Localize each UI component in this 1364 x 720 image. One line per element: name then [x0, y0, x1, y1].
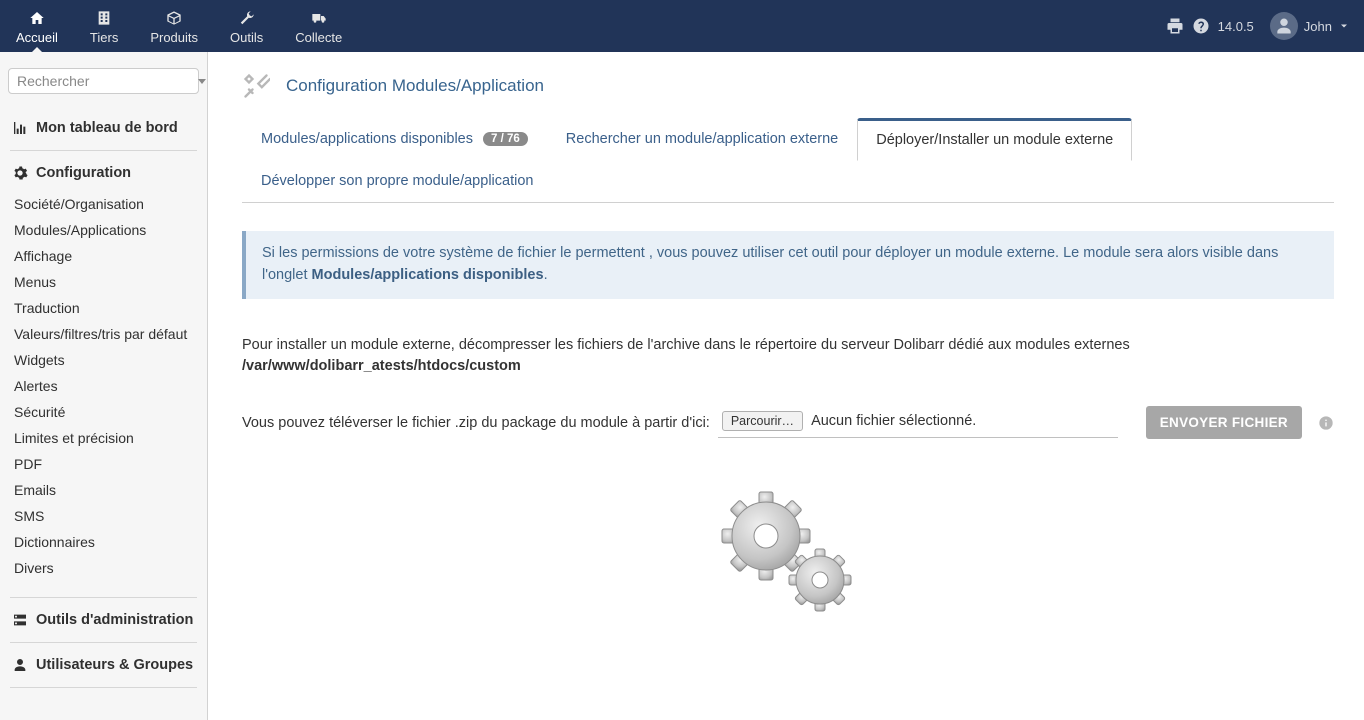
- sidebar-item-affichage[interactable]: Affichage: [8, 243, 199, 269]
- topnav-label: Produits: [150, 30, 198, 45]
- search-input[interactable]: [17, 73, 198, 89]
- upload-submit-button[interactable]: ENVOYER FICHIER: [1146, 406, 1302, 439]
- topnav-label: Collecte: [295, 30, 342, 45]
- building-icon: [96, 10, 112, 26]
- print-icon: [1166, 17, 1184, 35]
- sidebar-heading-dashboard[interactable]: Mon tableau de bord: [8, 112, 199, 144]
- topnav-item-collecte[interactable]: Collecte: [279, 0, 358, 52]
- sidebar-item-widgets[interactable]: Widgets: [8, 347, 199, 373]
- cube-icon: [166, 10, 182, 26]
- chevron-down-icon: [198, 79, 206, 84]
- topnav-item-outils[interactable]: Outils: [214, 0, 279, 52]
- print-button[interactable]: [1166, 17, 1184, 35]
- server-icon: [12, 612, 28, 628]
- tools-icon: [242, 72, 270, 100]
- chart-bar-icon: [12, 120, 28, 136]
- gear-icon: [12, 165, 28, 181]
- sidebar-item-securite[interactable]: Sécurité: [8, 399, 199, 425]
- sidebar-heading-users-groups[interactable]: Utilisateurs & Groupes: [8, 649, 199, 681]
- help-button[interactable]: [1192, 17, 1210, 35]
- tab-badge: 7 / 76: [483, 132, 528, 146]
- page-title: Configuration Modules/Application: [242, 72, 1334, 100]
- instruction-line1: Pour installer un module externe, décomp…: [242, 337, 1130, 353]
- sidebar-item-menus[interactable]: Menus: [8, 269, 199, 295]
- sidebar-item-limites[interactable]: Limites et précision: [8, 425, 199, 451]
- topnav-item-tiers[interactable]: Tiers: [74, 0, 134, 52]
- truck-icon: [311, 10, 327, 26]
- info-box: Si les permissions de votre système de f…: [242, 231, 1334, 299]
- sidebar-item-societe[interactable]: Société/Organisation: [8, 191, 199, 217]
- tab-label: Modules/applications disponibles: [261, 131, 473, 147]
- info-text-after: .: [544, 267, 548, 283]
- topnav-right: 14.0.5 John: [1166, 0, 1364, 52]
- tabs-row: Modules/applications disponibles 7 / 76 …: [242, 118, 1334, 160]
- main-area: Mon tableau de bord Configuration Sociét…: [0, 52, 1364, 720]
- upload-row: Vous pouvez téléverser le fichier .zip d…: [242, 406, 1334, 439]
- sidebar-item-emails[interactable]: Emails: [8, 477, 199, 503]
- topnav-item-accueil[interactable]: Accueil: [0, 0, 74, 52]
- topnav-label: Outils: [230, 30, 263, 45]
- file-picker[interactable]: Parcourir… Aucun fichier sélectionné.: [718, 407, 1118, 438]
- topnav-label: Tiers: [90, 30, 118, 45]
- wrench-icon: [239, 10, 255, 26]
- sidebar-heading-label: Mon tableau de bord: [36, 120, 178, 136]
- sidebar-heading-label: Utilisateurs & Groupes: [36, 657, 193, 673]
- tab-rechercher-externe[interactable]: Rechercher un module/application externe: [547, 118, 857, 160]
- sidebar-item-alertes[interactable]: Alertes: [8, 373, 199, 399]
- sidebar-heading-admin-tools[interactable]: Outils d'administration: [8, 604, 199, 636]
- chevron-down-icon: [1338, 20, 1350, 32]
- sidebar-divider: [10, 597, 197, 598]
- sidebar-divider: [10, 687, 197, 688]
- info-button[interactable]: [1318, 415, 1334, 431]
- gears-illustration: [242, 484, 1334, 624]
- help-icon: [1192, 17, 1210, 35]
- browse-button[interactable]: Parcourir…: [722, 411, 803, 431]
- tab-modules-disponibles[interactable]: Modules/applications disponibles 7 / 76: [242, 118, 547, 160]
- install-path: /var/www/dolibarr_atests/htdocs/custom: [242, 358, 521, 374]
- tabs-container: Modules/applications disponibles 7 / 76 …: [242, 118, 1334, 203]
- user-name: John: [1304, 19, 1332, 34]
- content-area: Configuration Modules/Application Module…: [208, 52, 1364, 720]
- page-title-text: Configuration Modules/Application: [286, 76, 544, 96]
- tab-deployer-installer[interactable]: Déployer/Installer un module externe: [857, 118, 1132, 161]
- topnav-label: Accueil: [16, 30, 58, 45]
- upload-label: Vous pouvez téléverser le fichier .zip d…: [242, 415, 710, 431]
- sidebar-item-divers[interactable]: Divers: [8, 555, 199, 581]
- home-icon: [29, 10, 45, 26]
- avatar: [1270, 12, 1298, 40]
- tab-label: Développer son propre module/application: [261, 173, 533, 189]
- sidebar-config-group: Société/Organisation Modules/Application…: [8, 189, 199, 591]
- sidebar-divider: [10, 642, 197, 643]
- info-strong: Modules/applications disponibles: [312, 267, 544, 283]
- sidebar-heading-configuration[interactable]: Configuration: [8, 157, 199, 189]
- info-icon: [1318, 415, 1334, 431]
- sidebar-heading-label: Outils d'administration: [36, 612, 193, 628]
- tab-developper[interactable]: Développer son propre module/application: [242, 160, 552, 202]
- sidebar-item-valeurs[interactable]: Valeurs/filtres/tris par défaut: [8, 321, 199, 347]
- sidebar: Mon tableau de bord Configuration Sociét…: [0, 52, 208, 720]
- sidebar-item-modules[interactable]: Modules/Applications: [8, 217, 199, 243]
- tab-label: Déployer/Installer un module externe: [876, 132, 1113, 148]
- tabs-row-2: Développer son propre module/application: [242, 160, 1334, 202]
- top-navbar: Accueil Tiers Produits Outils Collecte 1…: [0, 0, 1364, 52]
- install-instruction: Pour installer un module externe, décomp…: [242, 335, 1334, 379]
- file-selected-text: Aucun fichier sélectionné.: [811, 413, 976, 429]
- sidebar-divider: [10, 150, 197, 151]
- sidebar-item-dictionnaires[interactable]: Dictionnaires: [8, 529, 199, 555]
- topnav-item-produits[interactable]: Produits: [134, 0, 214, 52]
- topnav-left: Accueil Tiers Produits Outils Collecte: [0, 0, 358, 52]
- sidebar-item-pdf[interactable]: PDF: [8, 451, 199, 477]
- sidebar-item-traduction[interactable]: Traduction: [8, 295, 199, 321]
- tab-label: Rechercher un module/application externe: [566, 131, 838, 147]
- user-icon: [1274, 16, 1294, 36]
- version-text: 14.0.5: [1218, 19, 1254, 34]
- sidebar-item-sms[interactable]: SMS: [8, 503, 199, 529]
- gears-icon: [708, 484, 868, 624]
- sidebar-search[interactable]: [8, 68, 199, 94]
- user-menu[interactable]: John: [1270, 12, 1350, 40]
- sidebar-heading-label: Configuration: [36, 165, 131, 181]
- user-icon: [12, 657, 28, 673]
